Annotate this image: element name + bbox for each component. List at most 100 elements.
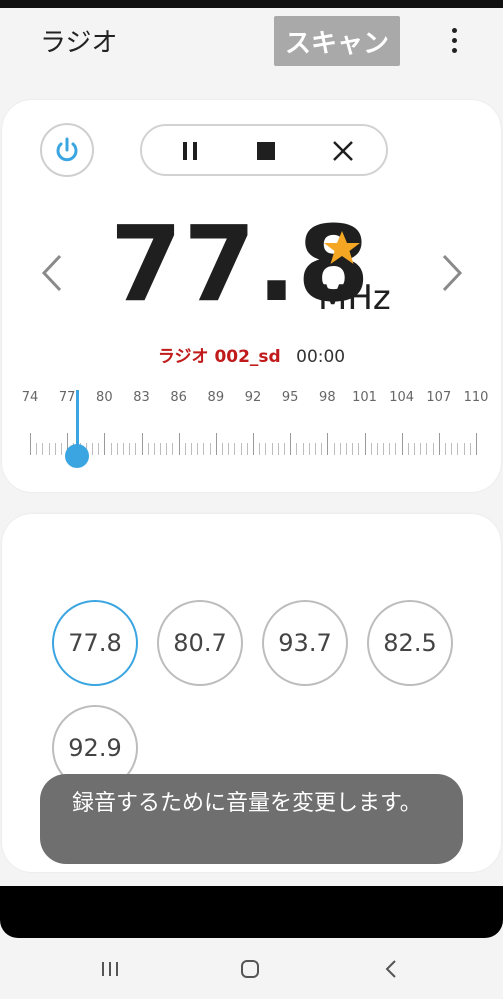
scale-label: 74 xyxy=(21,390,39,405)
scale-tick xyxy=(364,433,366,455)
app-title: ラジオ xyxy=(40,28,118,58)
scale-label: 86 xyxy=(170,390,187,405)
chevron-right-icon xyxy=(442,254,463,292)
scale-tick xyxy=(463,443,465,455)
scale-label: 104 xyxy=(389,390,415,405)
scale-tick xyxy=(122,443,124,455)
scale-tick xyxy=(420,443,422,455)
app-bar: ラジオ スキャン xyxy=(0,8,503,70)
scale-tick xyxy=(457,443,459,455)
close-button[interactable] xyxy=(327,136,359,166)
scale-tick xyxy=(302,443,304,455)
scale-label: 89 xyxy=(207,390,225,405)
scale-tick xyxy=(370,443,372,455)
scale-tick xyxy=(259,443,261,455)
scale-tick xyxy=(240,443,242,455)
scale-label: 107 xyxy=(426,390,452,405)
preset-button[interactable]: 82.5 xyxy=(367,600,453,686)
scale-tick xyxy=(184,443,186,455)
scale-tick xyxy=(352,443,354,455)
scale-tick xyxy=(36,443,38,455)
scale-tick xyxy=(327,433,329,455)
playback-controls xyxy=(140,124,388,176)
power-icon xyxy=(56,137,78,162)
scale-tick xyxy=(246,443,248,455)
preset-button[interactable]: 77.8 xyxy=(52,600,138,686)
scale-label: 92 xyxy=(244,390,262,405)
scale-tick xyxy=(407,443,409,455)
scale-tick xyxy=(160,443,162,455)
scale-tick xyxy=(30,433,31,455)
scan-button[interactable]: スキャン xyxy=(274,16,400,66)
close-icon xyxy=(333,141,353,161)
scale-label: 83 xyxy=(133,390,150,405)
scale-tick xyxy=(333,443,335,455)
scale-tick xyxy=(438,433,440,455)
scale-tick xyxy=(290,433,292,455)
scale-tick xyxy=(215,433,217,455)
scale-tick xyxy=(283,443,285,455)
scale-tick xyxy=(209,443,211,455)
scale-tick xyxy=(414,443,416,455)
pause-icon xyxy=(183,142,197,160)
navigation-bar xyxy=(0,938,503,999)
scale-tick xyxy=(376,443,378,455)
scale-tick xyxy=(451,443,453,455)
preset-button[interactable]: 80.7 xyxy=(157,600,243,686)
scale-label: 77 xyxy=(58,390,76,405)
scale-tick xyxy=(469,443,471,455)
scale-tick xyxy=(54,443,56,455)
recording-time: 00:00 xyxy=(296,347,346,367)
scale-tick xyxy=(308,443,310,455)
tuner-card: 77.8 MHz ラジオ 002_sd 00:00 74 77 80 83 86 89 92… xyxy=(2,100,501,492)
scale-tick xyxy=(203,443,205,455)
status-bar xyxy=(0,0,503,8)
scale-tick xyxy=(129,443,131,455)
scale-tick xyxy=(228,443,230,455)
scale-tick xyxy=(277,443,279,455)
home-button[interactable] xyxy=(237,956,263,982)
favorite-star-icon[interactable] xyxy=(322,228,362,268)
tuning-knob[interactable] xyxy=(65,444,89,468)
scale-tick xyxy=(116,443,118,455)
scale-label: 80 xyxy=(96,390,113,405)
power-button[interactable] xyxy=(40,123,94,177)
scale-tick xyxy=(91,443,93,455)
scale-tick xyxy=(432,443,434,455)
scale-tick xyxy=(178,433,180,455)
frequency-unit: MHz xyxy=(318,278,391,318)
scale-tick xyxy=(389,443,391,455)
pause-button[interactable] xyxy=(174,136,206,166)
scale-tick xyxy=(253,433,254,455)
scale-tick xyxy=(98,443,100,455)
recents-icon xyxy=(102,962,118,976)
scale-tick xyxy=(476,433,477,455)
scale-tick xyxy=(104,433,106,455)
scale-tick xyxy=(314,443,316,455)
scale-tick xyxy=(135,443,137,455)
more-options-icon[interactable] xyxy=(440,18,468,62)
next-station-button[interactable] xyxy=(438,250,468,296)
recording-name: ラジオ 002_sd xyxy=(157,347,281,367)
scale-tick xyxy=(296,443,298,455)
scale-tick xyxy=(383,443,385,455)
scale-tick xyxy=(197,443,199,455)
back-button[interactable] xyxy=(378,956,404,982)
scale-tick xyxy=(191,443,193,455)
recent-apps-button[interactable] xyxy=(97,956,123,982)
chevron-left-icon xyxy=(41,254,62,292)
scale-tick xyxy=(110,443,112,455)
scale-tick xyxy=(153,443,155,455)
scale-tick xyxy=(401,433,403,455)
scale-tick xyxy=(345,443,347,455)
scale-tick xyxy=(222,443,224,455)
scale-tick xyxy=(339,443,341,455)
stop-button[interactable] xyxy=(250,136,282,166)
scale-tick xyxy=(42,443,44,455)
back-icon xyxy=(385,960,396,978)
scale-tick xyxy=(141,433,143,455)
scale-tick xyxy=(48,443,50,455)
stop-icon xyxy=(257,142,275,160)
previous-station-button[interactable] xyxy=(36,250,66,296)
preset-button[interactable]: 93.7 xyxy=(262,600,348,686)
